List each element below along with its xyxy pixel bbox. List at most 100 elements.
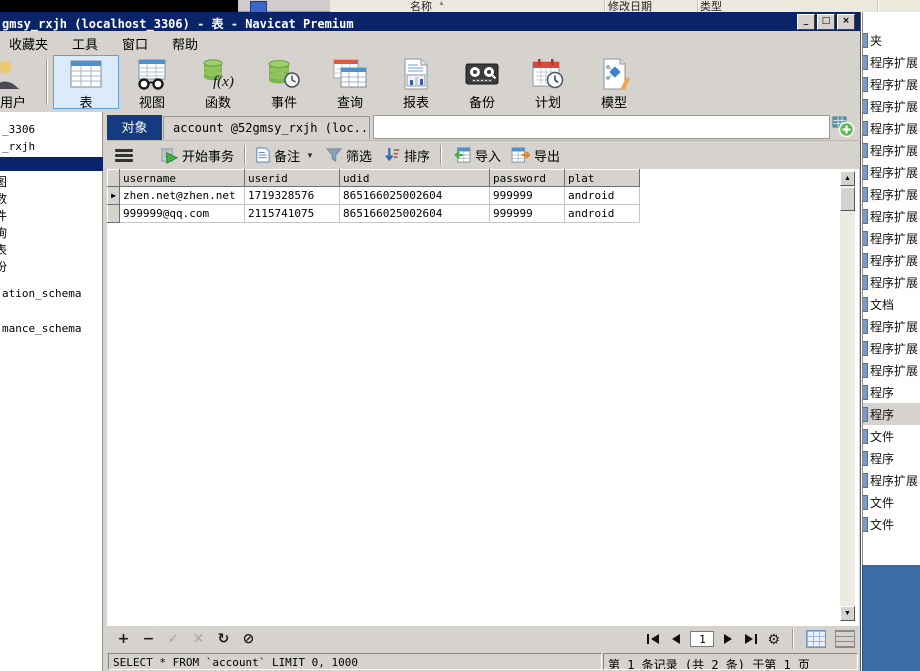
import-button[interactable]: 导入 [452, 146, 501, 165]
table-row[interactable]: ▶zhen.net@zhen.net1719328576865166025002… [108, 187, 640, 205]
toolbar-button-tables[interactable]: 表 [53, 55, 119, 109]
minimize-button[interactable]: _ [797, 14, 815, 30]
delete-record-icon[interactable]: − [136, 631, 161, 647]
toolbar-button-model[interactable]: 模型 [581, 55, 647, 109]
explorer-row: 文件 [863, 491, 920, 513]
toolbar-button-label: 查询 [337, 92, 363, 111]
toolbar-button-backup[interactable]: 备份 [449, 55, 515, 109]
add-record-icon[interactable]: + [111, 631, 136, 647]
tab-account-table[interactable]: account @52gmsy_rxjh (loc... [163, 116, 370, 139]
cell-username[interactable]: 999999@qq.com [120, 205, 245, 223]
last-record-icon[interactable] [744, 633, 758, 645]
file-type-label: 程序扩展 [870, 274, 918, 291]
file-icon [863, 341, 868, 356]
file-icon [863, 33, 868, 48]
cell-udid[interactable]: 865166025002604 [340, 205, 490, 223]
cell-plat[interactable]: android [565, 187, 640, 205]
title-bar[interactable]: gmsy_rxjh (localhost_3306) - 表 - Navicat… [0, 12, 860, 31]
query-icon [332, 58, 368, 90]
next-record-icon[interactable] [723, 633, 735, 645]
explorer-row: 程序扩展 [863, 227, 920, 249]
toolbar-button-events[interactable]: 事件 [251, 55, 317, 109]
sidebar-item[interactable]: _rxjh [0, 138, 103, 155]
file-icon [863, 495, 868, 510]
toolbar-button-schedule[interactable]: 计划 [515, 55, 581, 109]
column-header-username[interactable]: username [120, 170, 245, 187]
sidebar-item[interactable]: 图 [0, 174, 103, 191]
sort-icon [384, 147, 400, 163]
event-icon [266, 58, 302, 90]
discard-changes-icon: ✕ [186, 631, 211, 647]
sidebar-item[interactable]: 数 [0, 191, 103, 208]
sidebar-item[interactable]: _3306 [0, 121, 103, 138]
sidebar-item[interactable]: 表 [0, 242, 103, 259]
chevron-down-icon[interactable]: ▼ [306, 151, 314, 160]
row-selector[interactable] [108, 205, 120, 223]
cell-username[interactable]: zhen.net@zhen.net [120, 187, 245, 205]
scrollbar-thumb[interactable] [840, 187, 855, 211]
toolbar-button-functions[interactable]: f(x) 函数 [185, 55, 251, 109]
import-label: 导入 [475, 146, 501, 165]
begin-transaction-button[interactable]: 开始事务 [161, 146, 234, 165]
column-header-udid[interactable]: udid [340, 170, 490, 187]
scrollbar-down-icon[interactable]: ▼ [840, 606, 855, 621]
menu-item-1[interactable]: 工具 [72, 34, 98, 53]
form-view-icon[interactable] [835, 630, 855, 648]
sidebar-item[interactable] [0, 157, 103, 171]
file-icon [863, 297, 868, 312]
first-record-icon[interactable] [646, 633, 660, 645]
prev-record-icon[interactable] [669, 633, 681, 645]
tab-objects[interactable]: 对象 [107, 115, 162, 140]
scrollbar-up-icon[interactable]: ▲ [840, 171, 855, 186]
current-row-marker[interactable]: ▶ [108, 187, 120, 205]
file-type-label: 程序 [870, 450, 894, 467]
page-number-input[interactable] [690, 631, 714, 647]
sidebar-item[interactable]: 件 [0, 208, 103, 225]
column-header-userid[interactable]: userid [245, 170, 340, 187]
column-header-password[interactable]: password [490, 170, 565, 187]
file-icon [863, 77, 868, 92]
status-bar: SELECT * FROM `account` LIMIT 0, 1000 第 … [107, 652, 859, 671]
cell-userid[interactable]: 2115741075 [245, 205, 340, 223]
table-row[interactable]: 999999@qq.com211574107586516602500260499… [108, 205, 640, 223]
cell-udid[interactable]: 865166025002604 [340, 187, 490, 205]
menu-item-3[interactable]: 帮助 [172, 34, 198, 53]
toolbar-button-queries[interactable]: 查询 [317, 55, 383, 109]
sort-button[interactable]: 排序 [384, 146, 430, 165]
explorer-row: 程序扩展 [863, 95, 920, 117]
window-controls: _ □ × [797, 14, 855, 30]
note-button[interactable]: 备注 ▼ [256, 146, 314, 165]
explorer-row: 文档 [863, 293, 920, 315]
file-icon [863, 385, 868, 400]
file-icon [863, 517, 868, 532]
toolbar-button-reports[interactable]: 报表 [383, 55, 449, 109]
cell-userid[interactable]: 1719328576 [245, 187, 340, 205]
new-object-icon[interactable] [831, 114, 855, 138]
column-header-plat[interactable]: plat [565, 170, 640, 187]
cell-password[interactable]: 999999 [490, 205, 565, 223]
sidebar-item[interactable]: 询 [0, 225, 103, 242]
maximize-button[interactable]: □ [817, 14, 835, 30]
menu-item-0[interactable]: 收藏夹 [9, 34, 48, 53]
vertical-scrollbar[interactable]: ▲ ▼ [840, 171, 855, 621]
settings-gear-icon[interactable]: ⚙ [767, 631, 780, 648]
export-button[interactable]: 导出 [511, 146, 560, 165]
cell-plat[interactable]: android [565, 205, 640, 223]
sidebar-item[interactable]: ation_schema [0, 285, 103, 302]
record-navigation: ⚙ [646, 629, 855, 649]
file-type-label: 程序扩展 [870, 120, 918, 137]
toolbar-button-users[interactable]: 用户 [0, 55, 44, 109]
tab-label: account @52gmsy_rxjh (loc... [173, 121, 370, 135]
sidebar-item[interactable]: 份 [0, 259, 103, 276]
hamburger-menu-icon[interactable] [115, 149, 133, 162]
grid-view-icon[interactable] [806, 630, 826, 648]
filter-button[interactable]: 筛选 [326, 146, 372, 165]
sidebar-item[interactable]: mance_schema [0, 320, 103, 337]
toolbar-button-views[interactable]: 视图 [119, 55, 185, 109]
refresh-icon[interactable]: ↻ [211, 631, 236, 647]
menu-item-2[interactable]: 窗口 [122, 34, 148, 53]
close-button[interactable]: × [837, 14, 855, 30]
cell-password[interactable]: 999999 [490, 187, 565, 205]
file-type-label: 程序扩展 [870, 186, 918, 203]
stop-icon[interactable]: ⊘ [236, 631, 261, 647]
